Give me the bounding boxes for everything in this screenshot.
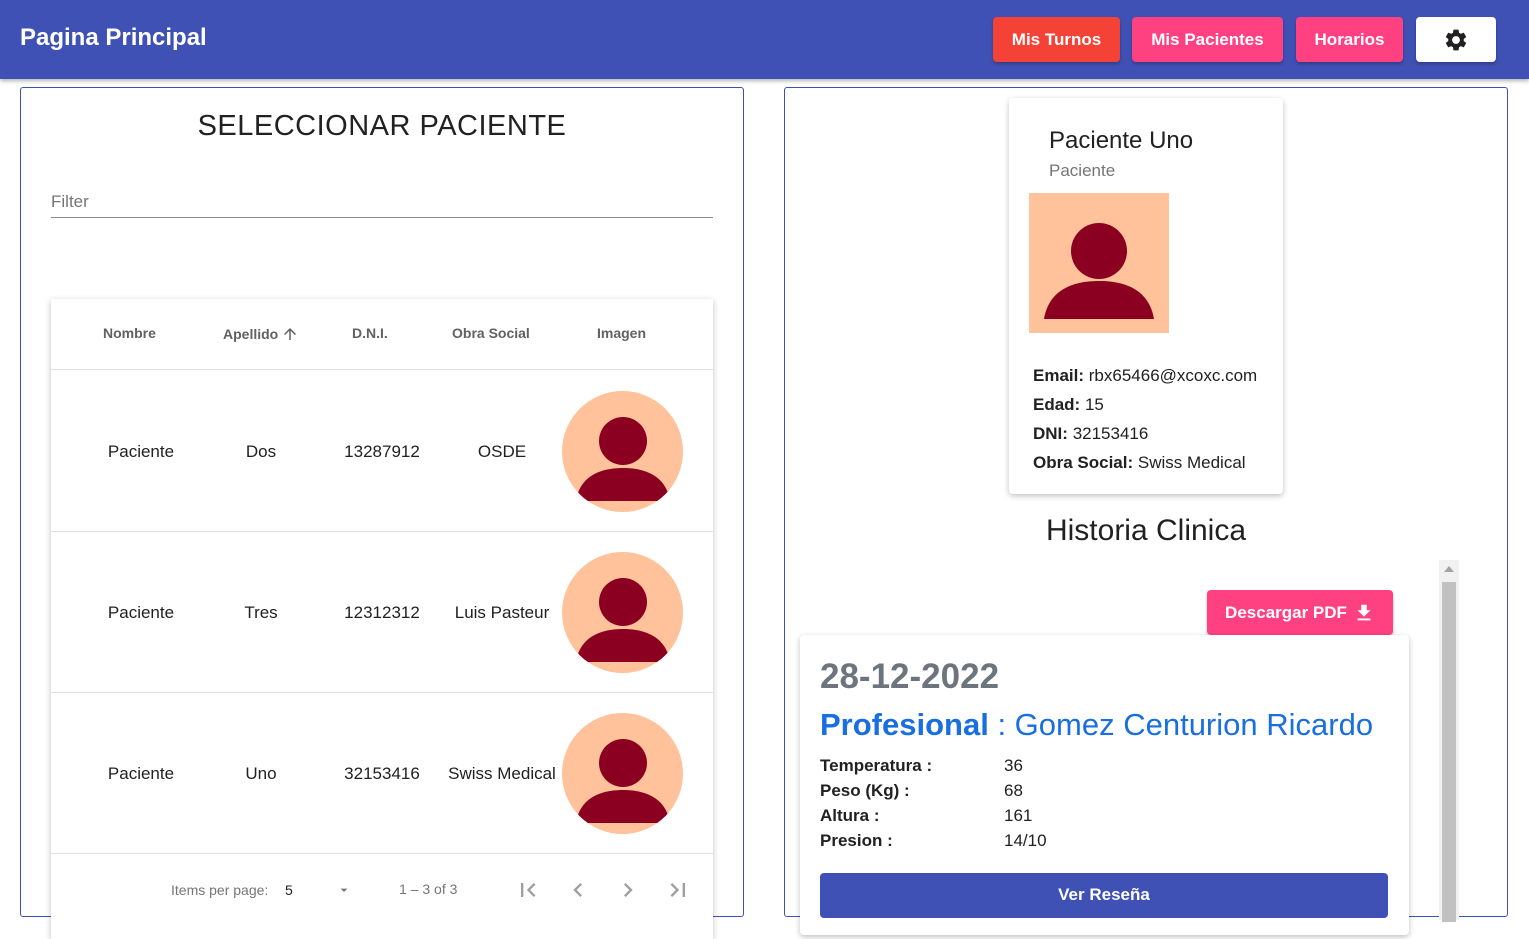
peso-value: 68 (1004, 781, 1023, 800)
cell-obra-social: Luis Pasteur (454, 603, 550, 622)
avatar[interactable] (562, 552, 683, 673)
cell-obra-social: Swiss Medical (448, 764, 556, 783)
page-range-label: 1 – 3 of 3 (399, 881, 458, 897)
col-imagen[interactable]: Imagen (597, 325, 646, 341)
filter-field[interactable] (51, 188, 713, 218)
obra-label: Obra Social: (1033, 453, 1134, 472)
app-title: Pagina Principal (20, 24, 207, 51)
avatar[interactable] (562, 713, 683, 834)
cell-dni: 32153416 (344, 764, 420, 783)
edad-line: Edad: 15 (1033, 395, 1104, 415)
patients-table: Nombre Apellido D.N.I. Obra Social Image… (51, 299, 713, 939)
dni-label: DNI: (1033, 424, 1068, 443)
avatar[interactable] (562, 391, 683, 512)
edad-label: Edad: (1033, 395, 1081, 414)
table-row[interactable]: Paciente Dos 13287912 OSDE (51, 371, 713, 532)
patient-name: Paciente Uno (1049, 127, 1194, 154)
cell-apellido: Uno (245, 764, 277, 783)
download-pdf-button[interactable]: Descargar PDF (1207, 590, 1393, 635)
patient-profile-card: Paciente Uno Paciente Email: rbx65466@xc… (1009, 98, 1283, 494)
patient-role: Paciente (1049, 161, 1116, 180)
email-line: Email: rbx65466@xcoxc.com (1033, 366, 1257, 386)
patient-detail-panel: Paciente Uno Paciente Email: rbx65466@xc… (784, 87, 1508, 935)
dropdown-arrow-icon[interactable] (336, 882, 352, 898)
dni-value: 32153416 (1072, 424, 1149, 443)
person-icon (1044, 223, 1154, 319)
peso-label: Peso (Kg) : (820, 781, 910, 800)
cell-apellido: Tres (244, 603, 278, 622)
email-value: rbx65466@xcoxc.com (1088, 366, 1258, 385)
gear-icon (1445, 29, 1467, 50)
dni-line: DNI: 32153416 (1033, 424, 1148, 444)
table-row[interactable]: Paciente Uno 32153416 Swiss Medical (51, 693, 713, 854)
entry-profesional: Profesional : Gomez Centurion Ricardo (820, 707, 1373, 743)
select-patient-panel: SELECCIONAR PACIENTE Nombre Apellido D.N… (20, 87, 744, 939)
avatar (1029, 193, 1169, 333)
cell-dni: 13287912 (344, 442, 420, 461)
mis-turnos-button[interactable]: Mis Turnos (993, 17, 1120, 62)
select-patient-title: SELECCIONAR PACIENTE (197, 110, 567, 142)
profesional-name: : Gomez Centurion Ricardo (997, 707, 1374, 742)
cell-nombre: Paciente (107, 764, 175, 783)
historia-entry-card: 28-12-2022 Profesional : Gomez Centurion… (800, 635, 1409, 935)
col-obra-social[interactable]: Obra Social (452, 325, 530, 341)
horarios-button[interactable]: Horarios (1296, 17, 1403, 62)
scroll-up-icon[interactable] (1444, 566, 1454, 572)
presion-label: Presion : (820, 831, 893, 850)
cell-nombre: Paciente (107, 442, 175, 461)
email-label: Email: (1033, 366, 1085, 385)
ver-resena-button[interactable]: Ver Reseña (820, 873, 1388, 918)
obra-line: Obra Social: Swiss Medical (1033, 453, 1246, 473)
person-icon (576, 578, 670, 662)
cell-obra-social: OSDE (477, 442, 527, 461)
table-header: Nombre Apellido D.N.I. Obra Social Image… (51, 299, 713, 370)
download-pdf-label: Descargar PDF (1225, 602, 1347, 622)
scrollbar-thumb[interactable] (1442, 582, 1456, 922)
page-size-select[interactable]: 5 (285, 882, 293, 898)
cell-apellido: Dos (245, 442, 277, 461)
scrollbar[interactable] (1439, 560, 1459, 922)
cell-nombre: Paciente (107, 603, 175, 622)
col-dni[interactable]: D.N.I. (352, 325, 388, 341)
profesional-label: Profesional (820, 707, 989, 742)
altura-label: Altura : (820, 806, 880, 825)
entry-date: 28-12-2022 (820, 657, 1000, 696)
col-nombre[interactable]: Nombre (103, 325, 156, 341)
altura-value: 161 (1004, 806, 1033, 825)
col-apellido-label: Apellido (223, 326, 279, 342)
person-icon (576, 417, 670, 501)
edad-value: 15 (1084, 395, 1104, 414)
top-toolbar: Pagina Principal Mis Turnos Mis Paciente… (0, 0, 1529, 79)
filter-input[interactable] (51, 190, 713, 214)
arrow-up-icon (284, 328, 297, 340)
settings-button[interactable] (1416, 17, 1496, 62)
obra-value: Swiss Medical (1137, 453, 1246, 472)
temperatura-label: Temperatura : (820, 756, 933, 775)
items-per-page-label: Items per page: (171, 882, 269, 898)
temperatura-value: 36 (1004, 756, 1023, 775)
cell-dni: 12312312 (344, 603, 420, 622)
person-icon (576, 739, 670, 823)
col-apellido[interactable]: Apellido (223, 325, 299, 343)
download-icon (1357, 604, 1371, 620)
table-row[interactable]: Paciente Tres 12312312 Luis Pasteur (51, 532, 713, 693)
historia-clinica-title: Historia Clinica (1045, 514, 1247, 547)
mis-pacientes-button[interactable]: Mis Pacientes (1132, 17, 1283, 62)
presion-value: 14/10 (1004, 831, 1047, 850)
paginator: Items per page: 5 1 – 3 of 3 (51, 854, 713, 924)
